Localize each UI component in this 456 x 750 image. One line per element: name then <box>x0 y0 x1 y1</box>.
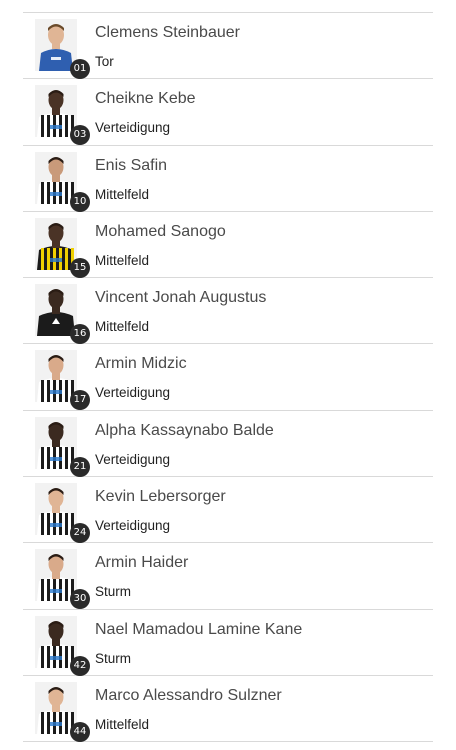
jersey-number-badge: 21 <box>70 456 90 477</box>
player-name: Armin Midzic <box>95 355 187 373</box>
player-row[interactable]: 44 Marco Alessandro Sulzner Mittelfeld <box>23 676 433 743</box>
player-photo-wrap: 21 <box>35 416 90 477</box>
jersey-number-badge: 16 <box>70 324 90 345</box>
jersey-number-badge: 30 <box>70 589 90 610</box>
jersey-number-badge: 44 <box>70 721 90 742</box>
squad-page: 01 Clemens Steinbauer Tor 03 Cheikne Kebe Ver… <box>0 0 456 750</box>
player-name: Mohamed Sanogo <box>95 222 226 240</box>
player-name: Cheikne Kebe <box>95 90 196 108</box>
player-row[interactable]: 16 Vincent Jonah Augustus Mittelfeld <box>23 278 433 345</box>
player-photo-wrap: 30 <box>35 549 90 610</box>
player-row[interactable]: 30 Armin Haider Sturm <box>23 543 433 610</box>
player-position: Verteidigung <box>95 451 171 467</box>
player-photo-wrap: 42 <box>35 615 90 676</box>
player-name: Enis Safin <box>95 156 168 174</box>
player-row[interactable]: 15 Mohamed Sanogo Mittelfeld <box>23 212 433 279</box>
player-position: Verteidigung <box>95 518 171 534</box>
player-position: Tor <box>95 54 114 69</box>
player-position: Sturm <box>95 650 132 666</box>
player-row[interactable]: 03 Cheikne Kebe Verteidigung <box>23 79 433 146</box>
jersey-number-badge: 03 <box>70 125 90 146</box>
jersey-number-badge: 24 <box>70 523 90 544</box>
player-name: Armin Haider <box>95 554 189 572</box>
player-row[interactable]: 21 Alpha Kassaynabo Balde Verteidigung <box>23 411 433 478</box>
player-position: Mittelfeld <box>95 716 150 732</box>
player-photo-wrap: 03 <box>35 85 90 146</box>
player-row[interactable]: 01 Clemens Steinbauer Tor <box>23 13 433 80</box>
player-photo-wrap: 17 <box>35 350 90 411</box>
player-position: Mittelfeld <box>95 186 150 202</box>
player-photo-wrap: 10 <box>35 151 90 212</box>
player-photo-wrap: 01 <box>35 19 90 79</box>
player-position: Mittelfeld <box>95 319 150 335</box>
player-position: Sturm <box>95 584 132 600</box>
player-photo-wrap: 15 <box>35 217 90 278</box>
player-name: Vincent Jonah Augustus <box>95 289 267 307</box>
player-row[interactable]: 17 Armin Midzic Verteidigung <box>23 344 433 411</box>
player-list: 01 Clemens Steinbauer Tor 03 Cheikne Kebe Ver… <box>23 13 433 743</box>
player-position: Verteidigung <box>95 385 171 401</box>
player-name: Alpha Kassaynabo Balde <box>95 421 274 439</box>
player-position: Verteidigung <box>95 120 171 136</box>
player-row[interactable]: 42 Nael Mamadou Lamine Kane Sturm <box>23 610 433 676</box>
jersey-number-badge: 42 <box>70 655 90 676</box>
player-name: Marco Alessandro Sulzner <box>95 686 282 704</box>
player-name: Clemens Steinbauer <box>95 24 240 41</box>
player-photo-wrap: 16 <box>35 284 90 345</box>
player-name: Kevin Lebersorger <box>95 488 226 506</box>
player-photo-wrap: 44 <box>35 681 90 742</box>
player-name: Nael Mamadou Lamine Kane <box>95 620 303 638</box>
player-position: Mittelfeld <box>95 252 150 268</box>
jersey-number-badge: 15 <box>70 257 90 278</box>
jersey-number-badge: 10 <box>70 191 90 212</box>
jersey-number-badge: 17 <box>70 390 90 411</box>
player-row[interactable]: 24 Kevin Lebersorger Verteidigung <box>23 477 433 544</box>
player-photo-wrap: 24 <box>35 483 90 544</box>
player-row[interactable]: 10 Enis Safin Mittelfeld <box>23 146 433 212</box>
jersey-number-badge: 01 <box>70 59 90 79</box>
